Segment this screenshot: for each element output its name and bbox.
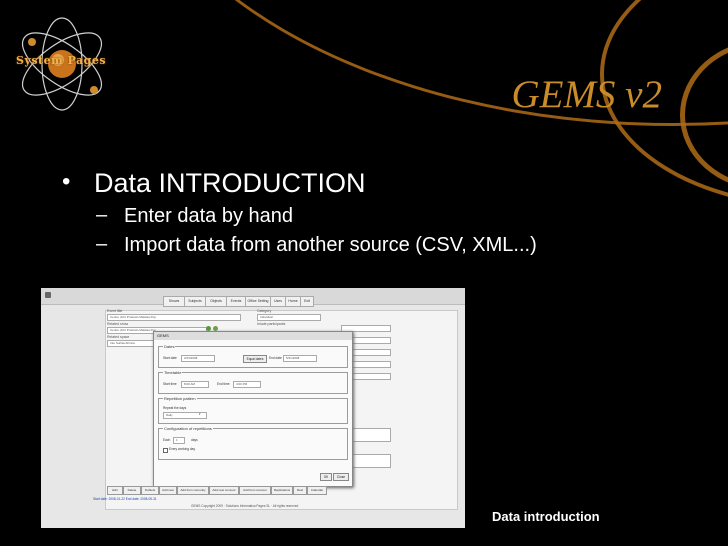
timetable-fieldset: Timetable Start time 8:00 AM End time 4:…	[158, 370, 348, 394]
equal-dates-button[interactable]: Equal dates	[243, 355, 267, 363]
timetable-legend: Timetable	[163, 370, 183, 375]
bottom-tab-add-from-comunity[interactable]: Add from comunity	[177, 486, 209, 495]
repetition-fieldset: Repetition pattern Repeat the days Daily…	[158, 396, 348, 424]
include-participants-label: Inlude participants	[257, 322, 286, 326]
nav-tab-subjects[interactable]: Subjects	[184, 296, 206, 307]
close-button[interactable]: Close	[333, 473, 349, 481]
bottom-tab-add-new[interactable]: Add new	[159, 486, 177, 495]
end-date-label: End date	[269, 356, 282, 360]
bottom-tab-rest[interactable]: Rest	[293, 486, 307, 495]
days-label: days	[191, 438, 198, 442]
repetition-dialog: GEMS Dates Start date 2/23/2008 Equal da…	[153, 331, 353, 487]
bottom-tab-replications[interactable]: Replications	[271, 486, 293, 495]
app-screenshot: Shows Subjects Objects Events Office Set…	[41, 288, 465, 528]
dates-legend: Dates	[163, 344, 176, 349]
start-date-label: Start date	[163, 356, 177, 360]
nav-tab-uses[interactable]: Uses	[270, 296, 286, 307]
related-space-label: Related space	[107, 335, 130, 339]
event-title-label: Event title	[107, 309, 123, 313]
ok-button[interactable]: OK	[320, 473, 332, 481]
bullet-sub-2: Import data from another source (CSV, XM…	[96, 233, 537, 257]
bottom-tab-dublets[interactable]: Dublets	[141, 486, 159, 495]
copyright-footer: GEMS Copyright 2009 · Solutions Informat…	[191, 504, 299, 508]
nav-tab-home[interactable]: Home	[285, 296, 301, 307]
end-time-label: End time	[217, 382, 230, 386]
start-time-field[interactable]: 8:00 AM	[181, 381, 209, 388]
chevron-down-icon[interactable]: ▾	[199, 412, 201, 416]
dialog-title: GEMS	[154, 332, 352, 340]
configuration-legend: Configuration of repetitions	[163, 426, 213, 431]
nav-tab-events[interactable]: Events	[226, 296, 246, 307]
configuration-fieldset: Configuration of repetitions Each 1 days…	[158, 426, 348, 460]
each-label: Each	[163, 438, 171, 442]
repetition-legend: Repetition pattern	[163, 396, 197, 401]
repeat-days-label: Repeat the days	[163, 406, 187, 410]
logo-text: System Pages	[16, 54, 107, 67]
start-time-label: Start time	[163, 382, 177, 386]
nav-tab-shows[interactable]: Shows	[163, 296, 185, 307]
nav-tab-objects[interactable]: Objects	[205, 296, 227, 307]
dates-fieldset: Dates Start date 2/23/2008 Equal dates E…	[158, 344, 348, 368]
bullet-list: Data INTRODUCTION Enter data by hand Imp…	[62, 168, 537, 257]
every-working-day-checkbox[interactable]	[163, 448, 168, 453]
end-time-field[interactable]: 4:00 PM	[233, 381, 261, 388]
every-working-day-label: Every working day	[169, 447, 196, 451]
related-show-label: Related show	[107, 322, 129, 326]
slide-caption: Data introduction	[492, 509, 600, 524]
nav-tab-office-setting[interactable]: Office Setting	[245, 296, 271, 307]
each-field[interactable]: 1	[173, 437, 185, 444]
app-logo-icon	[45, 292, 51, 298]
nav-tab-exit[interactable]: Exit	[300, 296, 314, 307]
bottom-tab-add-from-concour[interactable]: Add from concour	[239, 486, 271, 495]
event-title-field[interactable]: Centre d'Art Products Malaisa Pop	[107, 314, 241, 321]
bullet-main: Data INTRODUCTION	[62, 168, 537, 199]
bullet-sub-1: Enter data by hand	[96, 204, 537, 228]
bottom-tab-delete[interactable]: Delete	[123, 486, 141, 495]
slide: System Pages GEMS v2 Data INTRODUCTION E…	[0, 0, 728, 546]
bottom-tab-calendar[interactable]: Calendar	[307, 486, 327, 495]
bottom-tab-add-new-concour[interactable]: Add new concour	[209, 486, 239, 495]
bottom-tab-edit[interactable]: Edit	[107, 486, 123, 495]
category-label: Category	[257, 309, 272, 313]
category-select[interactable]: Individual	[257, 314, 321, 321]
slide-title: GEMS v2	[511, 73, 662, 116]
end-date-field[interactable]: 5/31/2008	[283, 355, 317, 362]
date-range-status: Start date: 2008-01-22 End date: 2008-05…	[93, 497, 157, 501]
start-date-field[interactable]: 2/23/2008	[181, 355, 215, 362]
